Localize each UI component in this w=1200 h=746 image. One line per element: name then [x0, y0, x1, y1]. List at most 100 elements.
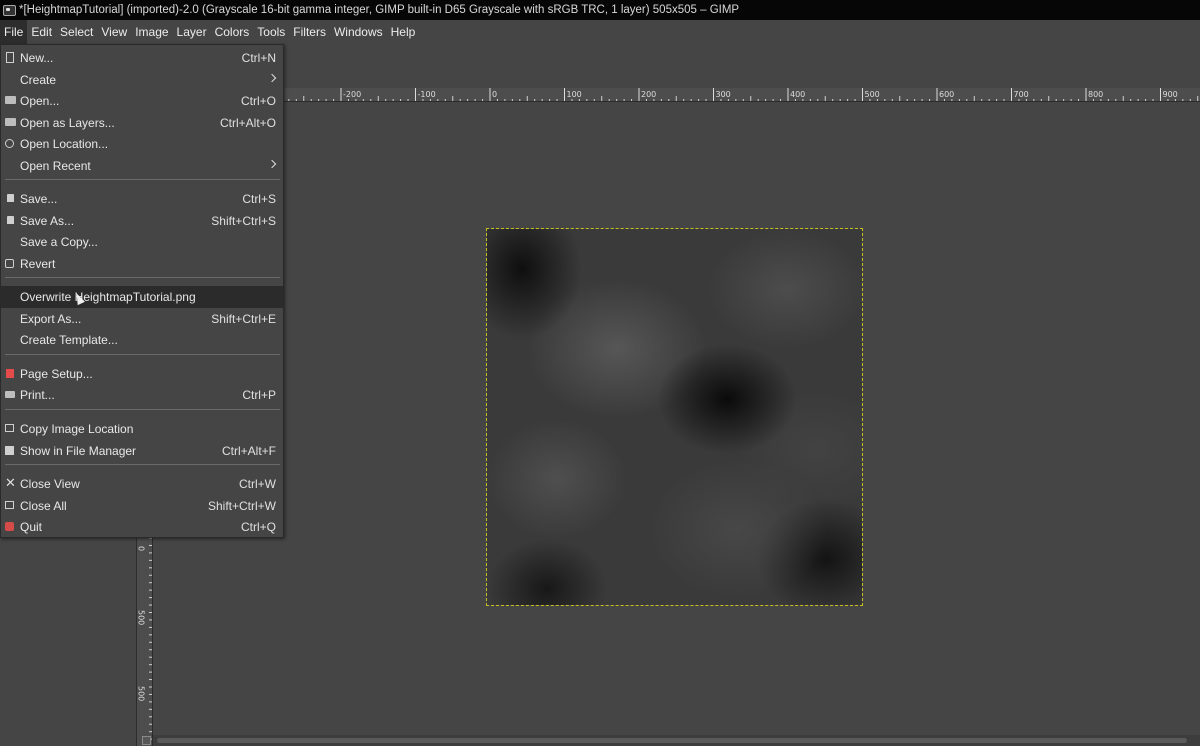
menu-windows[interactable]: Windows	[330, 20, 387, 44]
file-menu-item-overwrite-heightmaptutorial-png[interactable]: Overwrite HeightmapTutorial.png	[1, 286, 283, 308]
file-menu-item-close-all[interactable]: Close All Shift+Ctrl+W	[1, 495, 283, 517]
menu-item-label: New...	[20, 51, 54, 65]
menu-item-label: Create	[20, 73, 57, 87]
menu-view[interactable]: View	[97, 20, 131, 44]
save-icon	[7, 194, 14, 202]
file-menu-item-new[interactable]: New... Ctrl+N	[1, 47, 283, 69]
file-manager-icon	[5, 446, 14, 455]
ruler-label: 500	[865, 90, 880, 99]
menu-item-label: Page Setup...	[20, 367, 93, 381]
vertical-ruler[interactable]: 0 500 500	[137, 538, 153, 746]
menu-item-shortcut: Ctrl+S	[242, 192, 276, 206]
menu-item-shortcut: Shift+Ctrl+W	[207, 499, 276, 513]
horizontal-ruler[interactable]: -200 -100 0 100 200 300 400 500 600 700 800 900	[284, 88, 1200, 102]
ruler-label: 700	[1014, 90, 1029, 99]
navigate-corner-button[interactable]	[142, 736, 151, 745]
window-title-bar: *[HeightmapTutorial] (imported)-2.0 (Gra…	[0, 0, 1200, 20]
menu-item-label: Save...	[20, 192, 58, 206]
ruler-label: -200	[343, 90, 361, 99]
menu-item-label: Close All	[20, 499, 67, 513]
menu-separator	[5, 464, 280, 465]
ruler-label: -100	[418, 90, 436, 99]
file-menu-item-create-template[interactable]: Create Template...	[1, 329, 283, 351]
file-menu-item-open-location[interactable]: Open Location...	[1, 133, 283, 155]
menu-item-label: Save a Copy...	[20, 235, 98, 249]
menu-item-label: Open as Layers...	[20, 116, 115, 130]
ruler-label: 300	[716, 90, 731, 99]
menu-item-shortcut: Ctrl+O	[240, 94, 276, 108]
menu-item-shortcut: Shift+Ctrl+E	[211, 312, 276, 326]
menu-item-shortcut: Shift+Ctrl+S	[211, 214, 276, 228]
new-document-icon	[6, 52, 14, 63]
menu-help[interactable]: Help	[387, 20, 420, 44]
menu-item-label: Revert	[20, 257, 56, 271]
gimp-app-icon	[2, 3, 16, 17]
copy-location-icon	[5, 424, 14, 432]
file-menu-item-save-a-copy[interactable]: Save a Copy...	[1, 231, 283, 253]
ruler-label: 800	[1088, 90, 1103, 99]
menu-item-shortcut: Ctrl+Alt+O	[219, 116, 276, 130]
menu-select[interactable]: Select	[56, 20, 97, 44]
menu-item-label: Quit	[20, 520, 43, 534]
save-as-icon	[7, 216, 14, 224]
file-menu-item-open[interactable]: Open... Ctrl+O	[1, 90, 283, 112]
menu-item-shortcut: Ctrl+Alt+F	[221, 444, 276, 458]
menu-item-label: Open Recent	[20, 159, 91, 173]
open-layers-icon	[5, 118, 16, 126]
menu-item-label: Save As...	[20, 214, 75, 228]
file-menu-item-close-view[interactable]: ✕ Close View Ctrl+W	[1, 473, 283, 495]
ruler-label: 500	[137, 686, 146, 701]
menu-item-shortcut: Ctrl+Q	[240, 520, 276, 534]
menu-separator	[5, 354, 280, 355]
file-menu-item-quit[interactable]: Quit Ctrl+Q	[1, 516, 283, 538]
scrollbar-thumb[interactable]	[157, 738, 1187, 743]
file-menu-item-save-as[interactable]: Save As... Shift+Ctrl+S	[1, 210, 283, 232]
ruler-label: 0	[137, 546, 146, 551]
file-menu-item-create[interactable]: Create	[1, 69, 283, 91]
file-menu-item-copy-image-location[interactable]: Copy Image Location	[1, 418, 283, 440]
menu-item-shortcut: Ctrl+W	[239, 477, 276, 491]
menu-item-label: Create Template...	[20, 333, 118, 347]
menu-filters[interactable]: Filters	[289, 20, 330, 44]
close-all-icon	[5, 501, 14, 509]
menu-colors[interactable]: Colors	[211, 20, 254, 44]
menu-item-label: Show in File Manager	[20, 444, 137, 458]
menu-separator	[5, 409, 280, 410]
ruler-label: 100	[567, 90, 582, 99]
menu-item-label: Open...	[20, 94, 60, 108]
submenu-arrow-icon	[267, 73, 277, 83]
ruler-label: 200	[641, 90, 656, 99]
ruler-label: 500	[137, 610, 146, 625]
ruler-label: 0	[492, 90, 497, 99]
file-menu-item-export-as[interactable]: Export As... Shift+Ctrl+E	[1, 308, 283, 330]
print-icon	[5, 391, 15, 398]
menu-file[interactable]: File	[0, 20, 28, 44]
menu-edit[interactable]: Edit	[27, 20, 56, 44]
menu-bar: File Edit Select View Image Layer Colors Tools F…	[0, 20, 1200, 44]
canvas-image-heightmap[interactable]	[486, 228, 863, 606]
menu-layer[interactable]: Layer	[173, 20, 211, 44]
horizontal-scrollbar[interactable]	[153, 735, 1200, 746]
menu-item-label: Print...	[20, 388, 55, 402]
menu-item-label: Overwrite HeightmapTutorial.png	[20, 290, 196, 304]
quit-icon	[5, 522, 14, 531]
menu-item-label: Close View	[20, 477, 80, 491]
file-menu-item-print[interactable]: Print... Ctrl+P	[1, 384, 283, 406]
ruler-label: 900	[1163, 90, 1178, 99]
file-menu-item-save[interactable]: Save... Ctrl+S	[1, 188, 283, 210]
file-menu-dropdown: New... Ctrl+N Create Open... Ctrl+O Open as L…	[0, 44, 284, 538]
file-menu-item-open-recent[interactable]: Open Recent	[1, 155, 283, 177]
open-folder-icon	[5, 96, 16, 104]
file-menu-item-page-setup[interactable]: Page Setup...	[1, 363, 283, 385]
file-menu-item-show-in-file-manager[interactable]: Show in File Manager Ctrl+Alt+F	[1, 440, 283, 462]
globe-icon	[5, 139, 14, 148]
file-menu-item-open-as-layers[interactable]: Open as Layers... Ctrl+Alt+O	[1, 112, 283, 134]
menu-item-label: Export As...	[20, 312, 82, 326]
window-title: *[HeightmapTutorial] (imported)-2.0 (Gra…	[19, 4, 740, 16]
ruler-label: 400	[790, 90, 805, 99]
ruler-label: 600	[939, 90, 954, 99]
menu-item-shortcut: Ctrl+P	[242, 388, 276, 402]
file-menu-item-revert[interactable]: Revert	[1, 253, 283, 275]
menu-image[interactable]: Image	[131, 20, 172, 44]
menu-tools[interactable]: Tools	[253, 20, 289, 44]
